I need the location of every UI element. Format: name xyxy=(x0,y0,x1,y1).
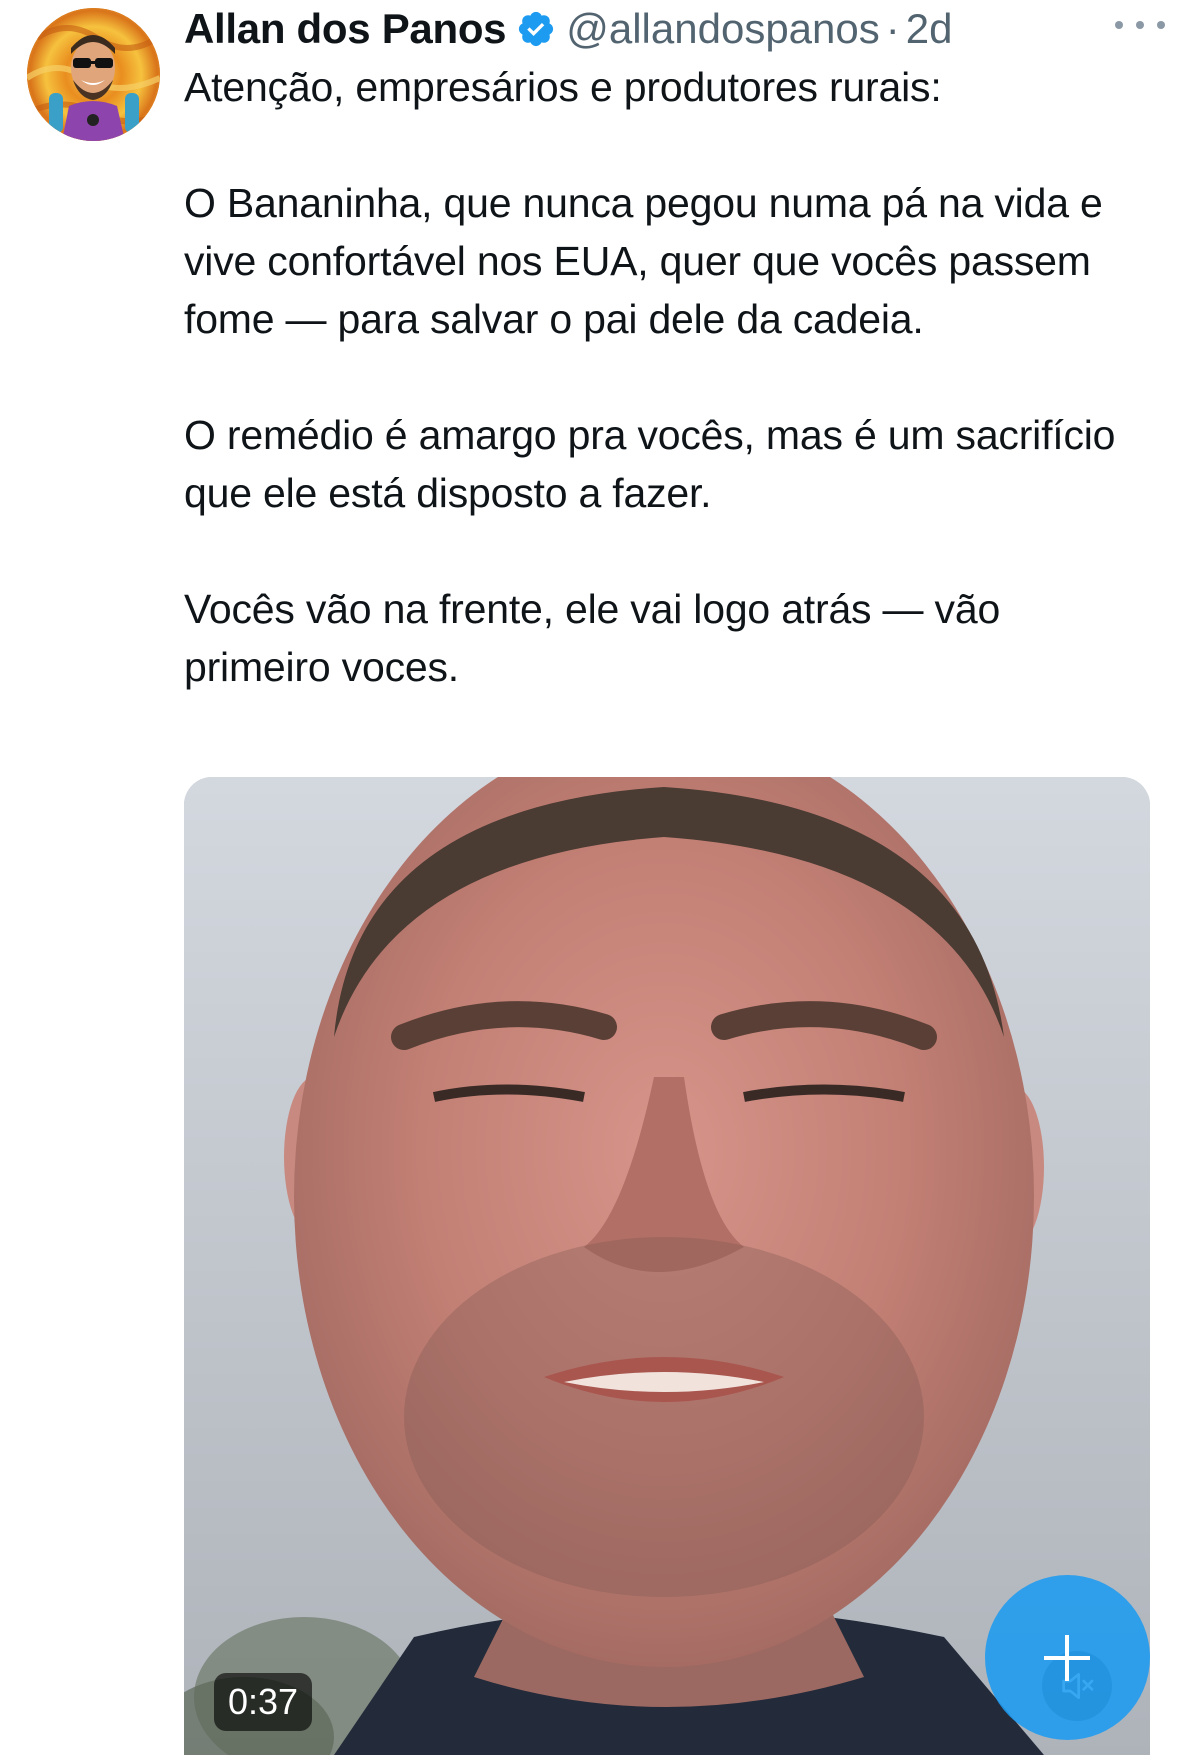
tweet[interactable]: Allan dos Panos @allandospanos · 2d Aten… xyxy=(0,0,1179,1755)
separator-dot: · xyxy=(885,5,900,52)
avatar[interactable] xyxy=(27,8,160,141)
display-name[interactable]: Allan dos Panos xyxy=(184,5,507,53)
tweet-paragraph: O remédio é amargo pra vocês, mas é um s… xyxy=(184,412,1116,516)
tweet-paragraph: Atenção, empresários e produtores rurais… xyxy=(184,64,942,110)
plus-icon xyxy=(1044,1635,1090,1681)
tweet-paragraph: O Bananinha, que nunca pegou numa pá na … xyxy=(184,180,1103,342)
tweet-text: Atenção, empresários e produtores rurais… xyxy=(184,58,1154,696)
verified-badge-icon[interactable] xyxy=(516,9,556,49)
timestamp[interactable]: 2d xyxy=(906,5,953,53)
avatar-cartoon-icon xyxy=(27,8,160,141)
tweet-paragraph: Vocês vão na frente, ele vai logo atrás … xyxy=(184,586,1001,690)
handle[interactable]: @allandospanos xyxy=(566,5,880,53)
tweet-header: Allan dos Panos @allandospanos · 2d xyxy=(184,0,1164,58)
video-duration: 0:37 xyxy=(214,1673,313,1731)
more-horizontal-icon[interactable] xyxy=(1115,10,1165,40)
